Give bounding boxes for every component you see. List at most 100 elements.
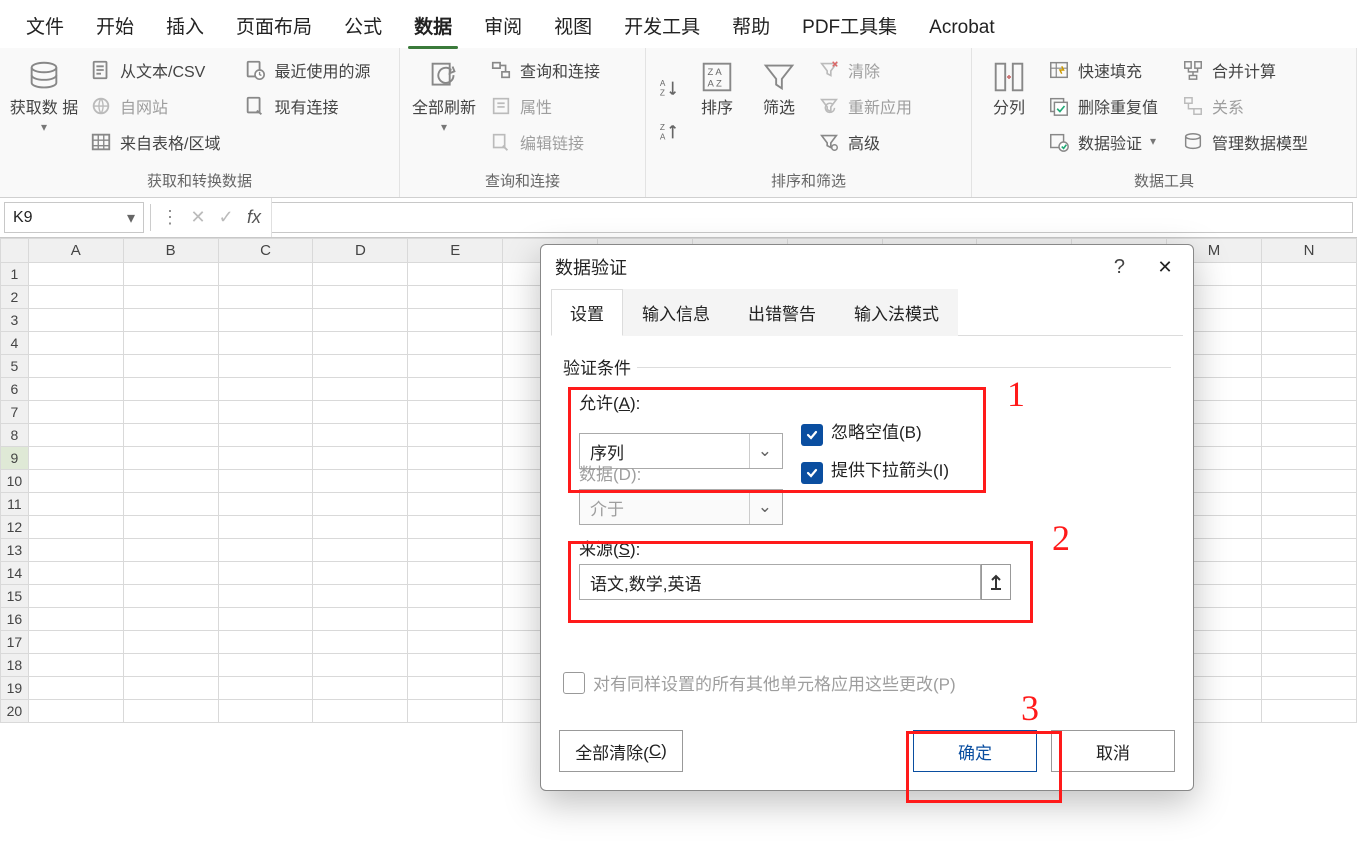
cell[interactable] [123, 470, 218, 493]
row-header[interactable]: 13 [1, 539, 29, 562]
cell[interactable] [218, 516, 313, 539]
tab-data[interactable]: 数据 [398, 2, 468, 48]
cell[interactable] [1262, 401, 1357, 424]
cell[interactable] [408, 378, 503, 401]
cell[interactable] [28, 332, 123, 355]
cell[interactable] [28, 631, 123, 654]
source-input[interactable]: 语文,数学,英语 [579, 564, 981, 600]
tab-review[interactable]: 审阅 [468, 2, 538, 48]
cell[interactable] [313, 585, 408, 608]
cell[interactable] [123, 401, 218, 424]
cell[interactable] [123, 539, 218, 562]
cell[interactable] [313, 562, 408, 585]
flash-fill-button[interactable]: 快速填充 [1042, 54, 1164, 86]
cell[interactable] [123, 378, 218, 401]
cell[interactable] [28, 562, 123, 585]
row-header[interactable]: 17 [1, 631, 29, 654]
row-header[interactable]: 2 [1, 286, 29, 309]
cell[interactable] [408, 608, 503, 631]
cell[interactable] [123, 309, 218, 332]
cell[interactable] [1262, 677, 1357, 700]
data-validation-button[interactable]: 数据验证 ▾ [1042, 126, 1164, 158]
sort-az-button[interactable]: AZ [656, 75, 682, 101]
cell[interactable] [28, 493, 123, 516]
edit-links-button[interactable]: 编辑链接 [484, 126, 606, 158]
cell[interactable] [1262, 309, 1357, 332]
apply-all-checkbox[interactable]: 对有同样设置的所有其他单元格应用这些更改(P) [563, 675, 956, 694]
row-header[interactable]: 15 [1, 585, 29, 608]
cell[interactable] [313, 493, 408, 516]
cell[interactable] [1262, 631, 1357, 654]
cell[interactable] [123, 677, 218, 700]
text-to-columns-button[interactable]: 分列 [980, 54, 1038, 166]
cell[interactable] [1262, 700, 1357, 723]
column-header[interactable]: N [1262, 239, 1357, 263]
cell[interactable] [1262, 539, 1357, 562]
cell[interactable] [123, 654, 218, 677]
tab-insert[interactable]: 插入 [150, 2, 220, 48]
queries-connections-button[interactable]: 查询和连接 [484, 54, 606, 86]
cell[interactable] [123, 700, 218, 723]
cell[interactable] [408, 355, 503, 378]
cell[interactable] [313, 700, 408, 723]
tab-pagelayout[interactable]: 页面布局 [220, 2, 328, 48]
cell[interactable] [28, 700, 123, 723]
cell[interactable] [1262, 585, 1357, 608]
cell[interactable] [408, 654, 503, 677]
check-icon[interactable]: ✓ [215, 207, 237, 229]
cell[interactable] [28, 378, 123, 401]
from-text-csv-button[interactable]: 从文本/CSV [84, 54, 226, 86]
cell[interactable] [313, 424, 408, 447]
advanced-filter-button[interactable]: 高级 [812, 126, 918, 158]
help-icon[interactable]: ? [1114, 256, 1125, 279]
cell[interactable] [123, 355, 218, 378]
row-header[interactable]: 9 [1, 447, 29, 470]
cell[interactable] [408, 424, 503, 447]
cell[interactable] [313, 401, 408, 424]
row-header[interactable]: 4 [1, 332, 29, 355]
cell[interactable] [218, 654, 313, 677]
cell[interactable] [28, 516, 123, 539]
cell[interactable] [218, 608, 313, 631]
cell[interactable] [218, 447, 313, 470]
cell[interactable] [408, 493, 503, 516]
cell[interactable] [218, 378, 313, 401]
cell[interactable] [408, 309, 503, 332]
tab-pdftools[interactable]: PDF工具集 [786, 2, 913, 48]
tab-acrobat[interactable]: Acrobat [913, 7, 1010, 48]
cell[interactable] [218, 493, 313, 516]
relationships-button[interactable]: 关系 [1176, 90, 1314, 122]
tab-error-alert[interactable]: 出错警告 [729, 289, 835, 336]
cell[interactable] [28, 286, 123, 309]
cell[interactable] [218, 470, 313, 493]
from-table-range-button[interactable]: 来自表格/区域 [84, 126, 226, 158]
cell[interactable] [1262, 470, 1357, 493]
cell[interactable] [313, 309, 408, 332]
tab-developer[interactable]: 开发工具 [608, 2, 716, 48]
row-header[interactable]: 20 [1, 700, 29, 723]
sort-button[interactable]: Z AA Z 排序 [688, 54, 746, 166]
cell[interactable] [313, 677, 408, 700]
cell[interactable] [313, 447, 408, 470]
cell[interactable] [123, 332, 218, 355]
cell[interactable] [123, 608, 218, 631]
row-header[interactable]: 1 [1, 263, 29, 286]
cell[interactable] [408, 562, 503, 585]
tab-help[interactable]: 帮助 [716, 2, 786, 48]
cell[interactable] [1262, 608, 1357, 631]
reapply-button[interactable]: 重新应用 [812, 90, 918, 122]
cell[interactable] [313, 654, 408, 677]
row-header[interactable]: 12 [1, 516, 29, 539]
more-icon[interactable]: ⋮ [159, 207, 181, 229]
row-header[interactable]: 10 [1, 470, 29, 493]
cell[interactable] [28, 309, 123, 332]
clear-all-button[interactable]: 全部清除(C) [559, 730, 683, 772]
cell[interactable] [313, 539, 408, 562]
cell[interactable] [28, 654, 123, 677]
row-header[interactable]: 3 [1, 309, 29, 332]
column-header[interactable]: D [313, 239, 408, 263]
cell[interactable] [1262, 447, 1357, 470]
cell[interactable] [408, 447, 503, 470]
cell[interactable] [408, 470, 503, 493]
recent-sources-button[interactable]: 最近使用的源 [238, 54, 376, 86]
